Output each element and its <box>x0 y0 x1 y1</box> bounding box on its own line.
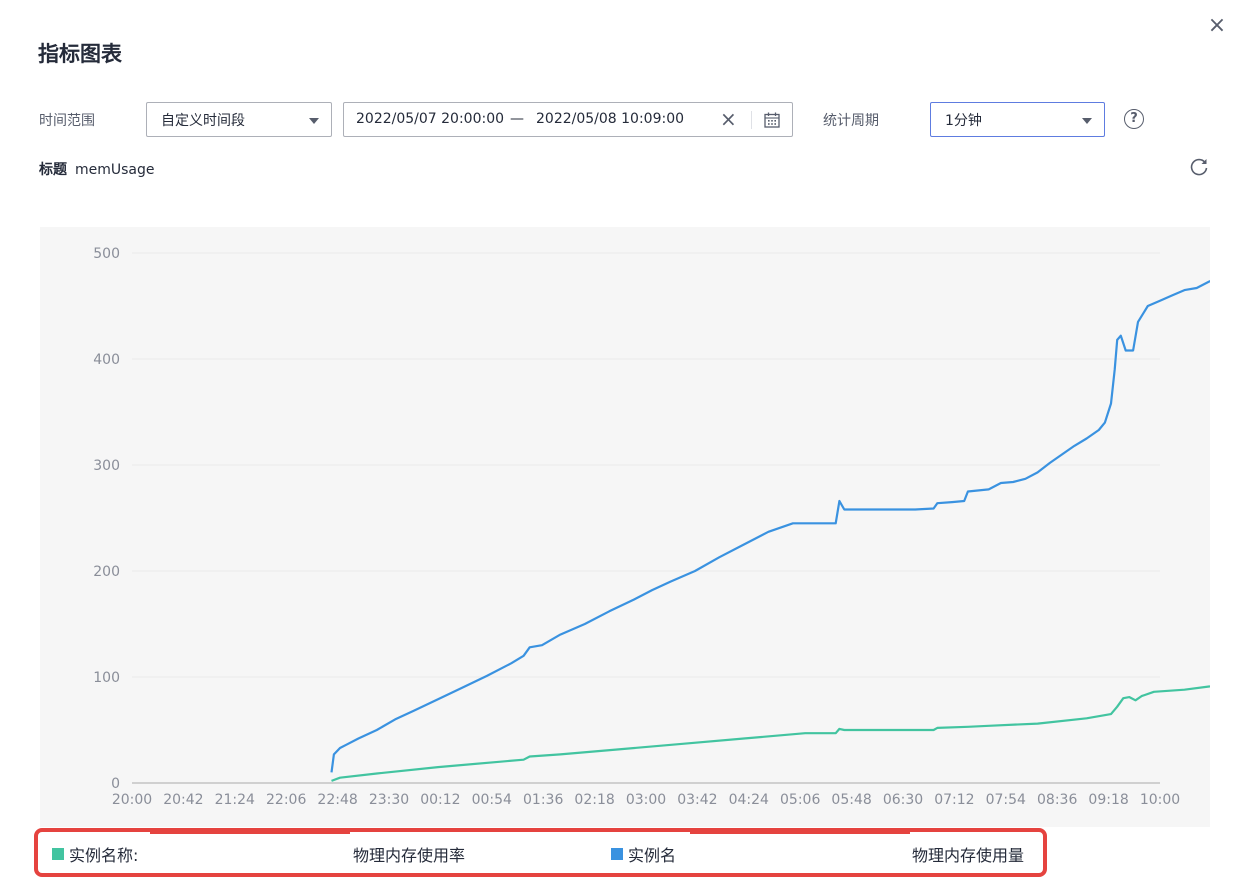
x-tick-label: 05:06 <box>780 792 820 808</box>
x-tick-label: 22:48 <box>317 792 357 808</box>
x-tick-label: 04:24 <box>729 792 769 808</box>
subtitle-value: memUsage <box>75 162 155 178</box>
legend-metric: 物理内存使用量 <box>912 846 1025 865</box>
x-tick-label: 21:24 <box>215 792 255 808</box>
x-tick-label: 23:30 <box>369 792 409 808</box>
time-range-label: 时间范围 <box>39 113 95 129</box>
y-tick-label: 500 <box>93 246 120 262</box>
x-tick-label: 03:42 <box>677 792 717 808</box>
x-tick-label: 03:00 <box>626 792 666 808</box>
legend-item-usage-rate[interactable]: 实例名称: <box>52 842 138 866</box>
y-tick-label: 100 <box>93 670 120 686</box>
start-datetime: 2022/05/07 20:00:00 <box>356 111 505 127</box>
redaction-bar <box>690 828 910 834</box>
redaction-bar <box>150 828 350 834</box>
x-tick-label: 05:48 <box>831 792 871 808</box>
dialog-title: 指标图表 <box>38 42 122 66</box>
x-tick-label: 06:30 <box>883 792 923 808</box>
close-icon[interactable]: × <box>1205 14 1229 38</box>
x-tick-label: 20:00 <box>112 792 152 808</box>
x-tick-label: 01:36 <box>523 792 563 808</box>
y-tick-label: 400 <box>93 352 120 368</box>
chart-subtitle: 标题 memUsage <box>39 159 155 179</box>
clear-icon[interactable]: × <box>720 107 737 131</box>
legend-prefix: 实例名称: <box>69 846 139 865</box>
x-tick-label: 07:54 <box>986 792 1026 808</box>
y-tick-label: 200 <box>93 564 120 580</box>
date-separator: — <box>510 111 524 127</box>
series-line-usage-rate <box>331 685 1210 782</box>
line-chart: 0 100 200 300 400 500 20:00 20:42 21:24 22:06 22:4… <box>93 246 1210 808</box>
series-line-usage-amount <box>330 279 1210 773</box>
calendar-icon[interactable] <box>764 112 780 128</box>
subtitle-label: 标题 <box>39 162 67 178</box>
legend-metric-usage-amount: 物理内存使用量 <box>912 842 1024 866</box>
legend-swatch <box>611 848 623 860</box>
period-label: 统计周期 <box>823 113 879 129</box>
x-tick-label: 00:12 <box>420 792 460 808</box>
period-select[interactable]: 1分钟 <box>930 102 1105 137</box>
chevron-down-icon <box>1082 118 1092 124</box>
help-icon[interactable]: ? <box>1124 109 1144 129</box>
refresh-icon[interactable] <box>1188 156 1210 178</box>
legend: 实例名称: 物理内存使用率 实例名 物理内存使用量 <box>34 828 1047 877</box>
date-range-picker[interactable]: 2022/05/07 20:00:00 — 2022/05/08 10:09:0… <box>343 102 793 137</box>
legend-metric-usage-rate: 物理内存使用率 <box>353 842 465 866</box>
chevron-down-icon <box>309 118 319 124</box>
legend-prefix: 实例名 <box>628 846 677 865</box>
x-tick-label: 20:42 <box>163 792 203 808</box>
y-tick-label: 300 <box>93 458 120 474</box>
x-tick-label: 09:18 <box>1088 792 1128 808</box>
x-tick-label: 00:54 <box>472 792 512 808</box>
y-tick-label: 0 <box>111 776 120 792</box>
x-tick-label: 07:12 <box>934 792 974 808</box>
end-datetime: 2022/05/08 10:09:00 <box>536 111 685 127</box>
x-tick-label: 22:06 <box>266 792 306 808</box>
time-range-value: 自定义时间段 <box>161 112 245 129</box>
period-value: 1分钟 <box>945 112 982 129</box>
x-tick-label: 02:18 <box>574 792 614 808</box>
legend-swatch <box>52 848 64 860</box>
legend-item-usage-amount[interactable]: 实例名 <box>611 842 676 866</box>
legend-metric: 物理内存使用率 <box>353 846 466 865</box>
time-range-select[interactable]: 自定义时间段 <box>146 102 332 137</box>
divider <box>751 111 752 129</box>
x-tick-label: 10:00 <box>1140 792 1180 808</box>
x-tick-label: 08:36 <box>1037 792 1077 808</box>
